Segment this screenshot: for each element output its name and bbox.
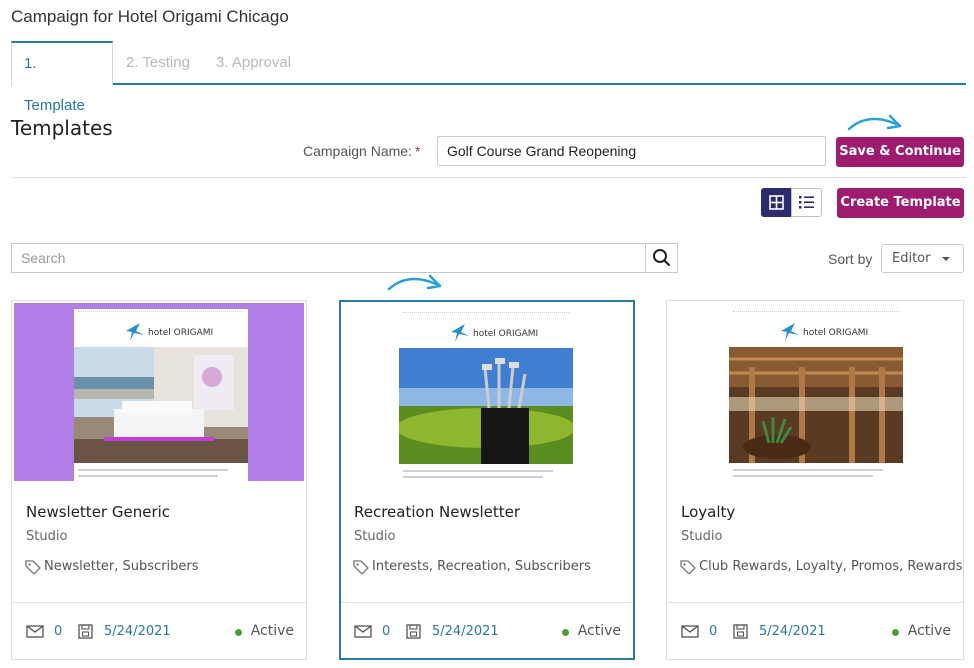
chevron-down-icon — [942, 257, 950, 261]
hint-arrow-icon — [387, 274, 442, 291]
save-continue-button[interactable]: Save & Continue — [836, 137, 964, 167]
card-title: Recreation Newsletter — [354, 503, 521, 521]
hotel-room-photo — [74, 347, 248, 463]
required-mark: * — [414, 143, 421, 159]
tab-template[interactable]: 1. Template — [11, 41, 113, 114]
status-text: Active — [907, 623, 951, 639]
hotel-origami-logo-icon: hotel ORIGAMI — [781, 323, 868, 341]
card-tags-text: Interests, Recreation, Subscribers — [372, 559, 591, 574]
create-template-button[interactable]: Create Template — [837, 188, 964, 218]
sent-count: 0 — [382, 624, 391, 639]
svg-text:hotel ORIGAMI: hotel ORIGAMI — [803, 328, 868, 338]
list-view-button[interactable] — [791, 188, 822, 217]
tab-bar: 1. Template 2. Testing 3. Approval — [11, 41, 966, 114]
save-disk-icon — [78, 624, 93, 639]
sort-value: Editor — [892, 251, 931, 266]
email-preview: hotel ORIGAMI — [74, 309, 248, 481]
divider — [11, 177, 966, 178]
section-title: Templates — [11, 116, 113, 140]
search-button[interactable] — [645, 243, 678, 273]
template-thumbnail: hotel ORIGAMI — [14, 303, 304, 481]
template-card-newsletter-generic[interactable]: hotel ORIGAMI Newsletter Generic Studio … — [11, 300, 307, 660]
saved-date[interactable]: 5/24/2021 — [759, 624, 826, 639]
restaurant-photo — [729, 347, 903, 463]
svg-text:hotel ORIGAMI: hotel ORIGAMI — [148, 328, 213, 338]
save-disk-icon — [406, 624, 421, 639]
email-preview: hotel ORIGAMI — [399, 310, 573, 482]
card-title: Loyalty — [681, 503, 736, 521]
envelope-icon — [354, 625, 372, 638]
card-tags-text: Newsletter, Subscribers — [44, 559, 199, 574]
card-tags: Newsletter, Subscribers — [24, 559, 199, 574]
envelope-icon — [681, 625, 699, 638]
card-tags: Interests, Recreation, Subscribers — [352, 559, 591, 574]
card-editor: Studio — [26, 529, 68, 544]
hint-arrow-icon — [847, 114, 902, 131]
tag-icon — [353, 560, 369, 574]
card-footer: 0 5/24/2021 Active — [354, 623, 621, 641]
grid-icon — [769, 195, 784, 210]
envelope-icon — [26, 625, 44, 638]
status-dot-icon — [235, 629, 242, 636]
template-thumbnail: hotel ORIGAMI — [669, 303, 961, 481]
card-divider — [667, 602, 963, 603]
save-disk-icon — [733, 624, 748, 639]
saved-date[interactable]: 5/24/2021 — [104, 624, 171, 639]
hotel-origami-logo-icon: hotel ORIGAMI — [126, 323, 213, 341]
list-icon — [799, 196, 814, 209]
campaign-name-label: Campaign Name: * — [303, 143, 420, 159]
tab-testing[interactable]: 2. Testing — [113, 41, 203, 85]
golf-clubs-photo — [399, 348, 573, 464]
campaign-name-input[interactable]: Golf Course Grand Reopening — [437, 136, 826, 166]
campaign-name-label-text: Campaign Name: — [303, 143, 412, 159]
card-divider — [12, 602, 306, 603]
tab-approval[interactable]: 3. Approval — [203, 41, 304, 85]
card-footer: 0 5/24/2021 Active — [681, 623, 951, 641]
search-input[interactable]: Search — [11, 243, 646, 273]
tag-icon — [680, 560, 696, 574]
saved-date[interactable]: 5/24/2021 — [432, 624, 499, 639]
card-tags: Club Rewards, Loyalty, Promos, Rewards — [679, 559, 963, 574]
status-text: Active — [250, 623, 294, 639]
card-title: Newsletter Generic — [26, 503, 171, 521]
card-tags-text: Club Rewards, Loyalty, Promos, Rewards — [699, 559, 963, 574]
template-card-loyalty[interactable]: hotel ORIGAMI Loyalty Studio Club Reward… — [666, 300, 964, 660]
email-preview: hotel ORIGAMI — [729, 309, 903, 481]
hotel-origami-logo-icon: hotel ORIGAMI — [451, 324, 538, 342]
grid-view-button[interactable] — [761, 188, 792, 217]
tag-icon — [25, 560, 41, 574]
sort-select[interactable]: Editor — [881, 244, 964, 273]
template-card-recreation-newsletter[interactable]: hotel ORIGAMI Recreation Newsletter Stud… — [339, 300, 635, 660]
status-dot-icon — [562, 629, 569, 636]
template-thumbnail: hotel ORIGAMI — [343, 304, 631, 482]
search-icon — [653, 249, 671, 267]
sort-label: Sort by — [828, 251, 873, 267]
card-editor: Studio — [354, 529, 396, 544]
status-text: Active — [577, 623, 621, 639]
status-dot-icon — [892, 629, 899, 636]
card-editor: Studio — [681, 529, 723, 544]
page-title: Campaign for Hotel Origami Chicago — [11, 7, 289, 26]
svg-text:hotel ORIGAMI: hotel ORIGAMI — [473, 329, 538, 339]
card-divider — [341, 602, 633, 603]
sent-count: 0 — [54, 624, 63, 639]
card-footer: 0 5/24/2021 Active — [26, 623, 294, 641]
sent-count: 0 — [709, 624, 718, 639]
